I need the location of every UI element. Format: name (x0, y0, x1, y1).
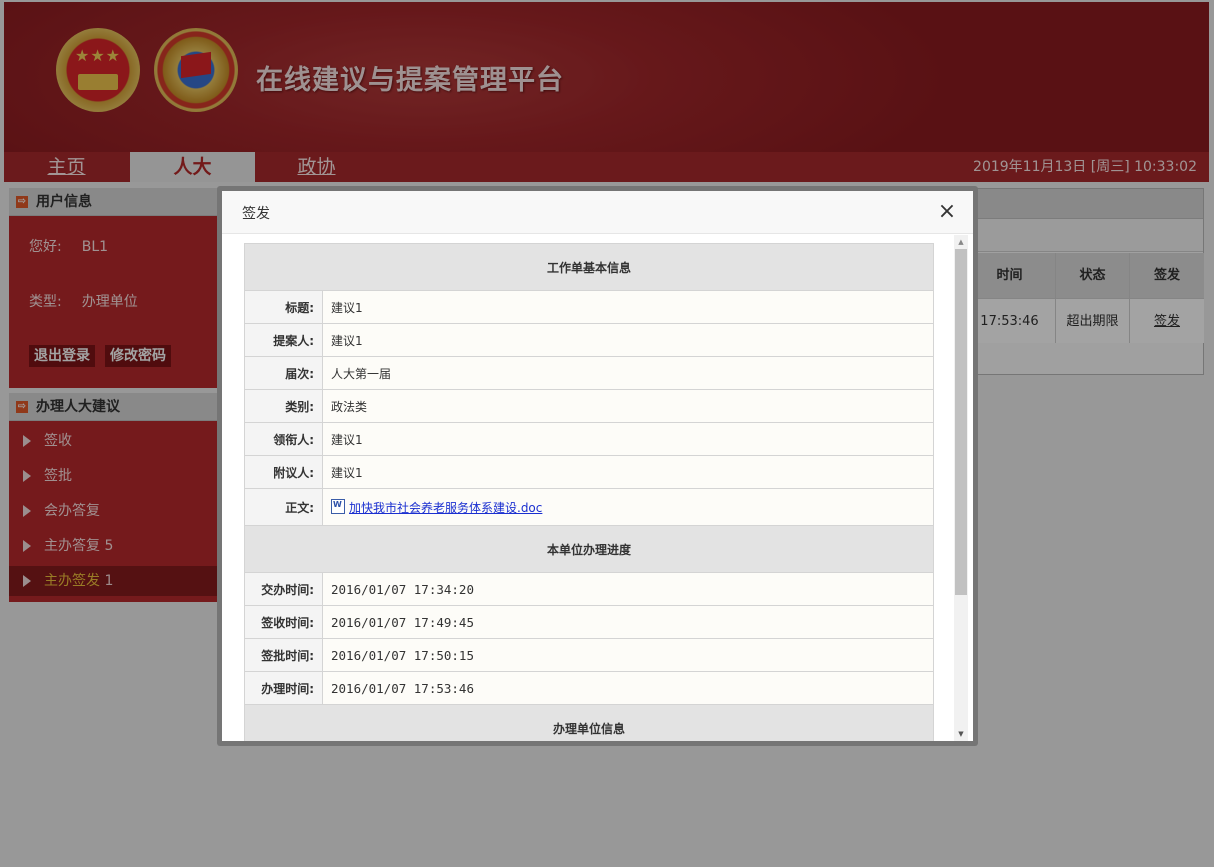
table-row: 正文: 加快我市社会养老服务体系建设.doc (244, 488, 934, 526)
table-row: 届次: 人大第一届 (244, 356, 934, 390)
field-label: 签批时间: (244, 638, 323, 672)
field-label: 办理时间: (244, 671, 323, 705)
field-title-value: 建议1 (322, 290, 934, 324)
field-label: 交办时间: (244, 572, 323, 606)
table-row: 标题: 建议1 (244, 290, 934, 324)
table-row: 签收时间: 2016/01/07 17:49:45 (244, 605, 934, 639)
section-progress: 本单位办理进度 (244, 525, 934, 573)
dialog-scrollbar[interactable]: ▲ ▼ (954, 235, 968, 741)
handle-time-value: 2016/01/07 17:53:46 (322, 671, 934, 705)
dialog-inner: 签发 × 工作单基本信息 标题: 建议1 提案人: 建议1 届次: 人大第一届 (222, 191, 973, 741)
close-icon[interactable]: × (935, 200, 959, 224)
table-row: 类别: 政法类 (244, 389, 934, 423)
field-proposer-value: 建议1 (322, 323, 934, 357)
field-label: 提案人: (244, 323, 323, 357)
dialog-header: 签发 × (222, 191, 973, 234)
field-label: 类别: (244, 389, 323, 423)
dialog-body: 工作单基本信息 标题: 建议1 提案人: 建议1 届次: 人大第一届 类别: 政… (222, 235, 973, 741)
field-body-value: 加快我市社会养老服务体系建设.doc (322, 488, 934, 526)
issue-dialog: 签发 × 工作单基本信息 标题: 建议1 提案人: 建议1 届次: 人大第一届 (217, 186, 978, 746)
table-row: 领衔人: 建议1 (244, 422, 934, 456)
table-row: 签批时间: 2016/01/07 17:50:15 (244, 638, 934, 672)
field-leader-value: 建议1 (322, 422, 934, 456)
field-label: 领衔人: (244, 422, 323, 456)
table-row: 本单位办理进度 (244, 525, 934, 573)
assign-time-value: 2016/01/07 17:34:20 (322, 572, 934, 606)
table-row: 工作单基本信息 (244, 243, 934, 291)
dialog-title: 签发 (242, 206, 270, 222)
section-basic-info: 工作单基本信息 (244, 243, 934, 291)
field-seconder-value: 建议1 (322, 455, 934, 489)
field-label: 标题: (244, 290, 323, 324)
table-row: 附议人: 建议1 (244, 455, 934, 489)
receive-time-value: 2016/01/07 17:49:45 (322, 605, 934, 639)
field-label: 签收时间: (244, 605, 323, 639)
scroll-down-icon[interactable]: ▼ (954, 729, 968, 739)
table-row: 提案人: 建议1 (244, 323, 934, 357)
field-session-value: 人大第一届 (322, 356, 934, 390)
scroll-up-icon[interactable]: ▲ (954, 237, 968, 247)
field-label: 附议人: (244, 455, 323, 489)
section-unit-info: 办理单位信息 (244, 704, 934, 741)
table-row: 交办时间: 2016/01/07 17:34:20 (244, 572, 934, 606)
field-label: 正文: (244, 488, 323, 526)
table-row: 办理时间: 2016/01/07 17:53:46 (244, 671, 934, 705)
word-doc-icon (331, 498, 345, 514)
scroll-thumb[interactable] (955, 249, 967, 595)
approve-time-value: 2016/01/07 17:50:15 (322, 638, 934, 672)
table-row: 办理单位信息 (244, 704, 934, 741)
field-category-value: 政法类 (322, 389, 934, 423)
work-order-table: 工作单基本信息 标题: 建议1 提案人: 建议1 届次: 人大第一届 类别: 政… (244, 243, 934, 741)
body-file-link[interactable]: 加快我市社会养老服务体系建设.doc (349, 501, 542, 515)
field-label: 届次: (244, 356, 323, 390)
